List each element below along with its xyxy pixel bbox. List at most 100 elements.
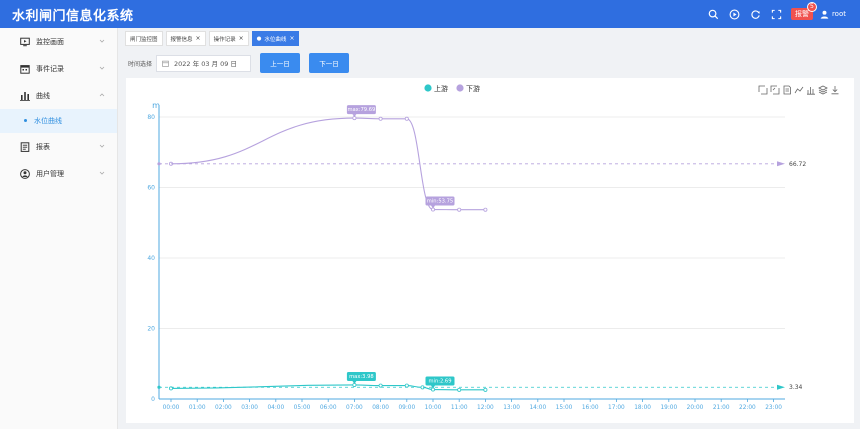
sidebar-item-label: 用户管理 <box>36 169 64 178</box>
x-tick-label: 14:00 <box>529 405 546 411</box>
sidebar-item-users[interactable]: 用户管理 <box>0 160 117 187</box>
bar-type-icon[interactable] <box>807 87 815 95</box>
user-icon <box>820 10 829 19</box>
play-icon[interactable] <box>728 7 742 21</box>
alarm-button[interactable]: 报警 5 <box>790 2 817 20</box>
data-point[interactable] <box>457 387 462 392</box>
x-tick-label: 20:00 <box>687 405 704 411</box>
average-line-arrow <box>777 161 785 167</box>
zoom-icon[interactable] <box>758 85 768 95</box>
sidebar-item-reports[interactable]: 报表 <box>0 133 117 160</box>
calendar-icon <box>162 60 169 67</box>
close-icon[interactable]: × <box>239 35 244 42</box>
data-point[interactable] <box>404 116 409 121</box>
tab-operation-log[interactable]: 操作记录 × <box>208 31 249 46</box>
calendar-icon <box>20 64 30 74</box>
zoom-reset-icon[interactable] <box>770 85 780 95</box>
min-label-pointer <box>431 205 435 209</box>
data-point[interactable] <box>457 207 462 212</box>
monitor-icon <box>20 37 30 47</box>
stack-icon[interactable] <box>818 85 828 95</box>
sidebar-item-events[interactable]: 事件记录 <box>0 55 117 82</box>
x-tick-label: 10:00 <box>425 405 442 411</box>
x-tick-label: 04:00 <box>267 405 284 411</box>
x-tick-label: 05:00 <box>294 405 311 411</box>
data-point[interactable] <box>404 383 409 388</box>
date-value: 2022 年 03 月 09 日 <box>174 60 237 68</box>
x-tick-label: 22:00 <box>739 405 756 411</box>
chevron-down-icon <box>99 144 105 148</box>
tab-label: 报警信息 <box>170 36 193 43</box>
refresh-icon[interactable] <box>749 7 763 21</box>
water-level-chart: 0 20 40 60 80 m 00:00 01:00 02:00 03:00 04:00 05:00… <box>147 84 839 411</box>
x-tick-label: 19:00 <box>660 405 677 411</box>
chevron-down-icon <box>99 171 105 175</box>
user-name: root <box>831 10 846 18</box>
average-line-arrow <box>777 384 785 390</box>
x-tick-label: 00:00 <box>163 405 180 411</box>
x-tick-label: 15:00 <box>556 405 573 411</box>
date-filter: 时间选择 2022 年 03 月 09 日 上一日 下一日 <box>128 53 350 73</box>
tab-water-level[interactable]: ● 水位曲线 × <box>251 31 300 46</box>
alarm-count-badge: 5 <box>806 2 817 12</box>
data-view-icon[interactable] <box>783 85 791 95</box>
average-line-start <box>157 162 161 166</box>
report-icon <box>20 141 30 152</box>
x-tick-label: 17:00 <box>608 405 625 411</box>
sidebar-item-curves[interactable]: 曲线 <box>0 82 117 109</box>
legend-marker[interactable] <box>424 84 432 92</box>
alarm-label: 报警 <box>794 10 809 18</box>
chevron-down-icon <box>99 39 105 43</box>
line-type-icon[interactable] <box>794 86 804 94</box>
user-menu[interactable]: root <box>820 10 846 19</box>
max-label: max:79.69 <box>347 107 375 113</box>
y-tick-label: 80 <box>147 114 155 121</box>
data-point[interactable] <box>483 207 488 212</box>
app-title: 水利闸门信息化系统 <box>12 8 134 24</box>
max-label: max:3.98 <box>349 374 374 380</box>
x-tick-label: 08:00 <box>372 405 389 411</box>
legend-label: 下游 <box>466 84 480 93</box>
y-tick-label: 60 <box>147 185 155 192</box>
active-dot-icon: ● <box>256 35 262 42</box>
x-tick-label: 16:00 <box>582 405 599 411</box>
close-icon[interactable]: × <box>289 35 294 42</box>
tab-bar: 闸门监控图 报警信息 × 操作记录 × ● 水位曲线 × <box>125 31 300 46</box>
sidebar-item-monitor[interactable]: 监控画面 <box>0 28 117 55</box>
x-tick-label: 18:00 <box>634 405 651 411</box>
min-label: min:53.75 <box>427 198 453 204</box>
next-day-button[interactable]: 下一日 <box>309 53 350 73</box>
sidebar-item-label: 曲线 <box>36 91 50 100</box>
data-point[interactable] <box>483 387 488 392</box>
search-icon[interactable] <box>707 7 721 21</box>
fullscreen-icon[interactable] <box>770 7 784 21</box>
sidebar-item-label: 事件记录 <box>36 64 64 73</box>
close-icon[interactable]: × <box>196 35 201 42</box>
prev-day-button[interactable]: 上一日 <box>260 53 301 73</box>
chevron-up-icon <box>99 93 105 97</box>
active-dot <box>24 119 27 122</box>
legend-marker[interactable] <box>456 84 464 92</box>
x-tick-label: 01:00 <box>189 405 206 411</box>
average-line-start <box>157 385 161 389</box>
tab-gate-monitor[interactable]: 闸门监控图 <box>125 31 163 46</box>
sidebar-subitem-label: 水位曲线 <box>34 117 62 125</box>
data-point[interactable] <box>378 383 383 388</box>
sidebar-item-label: 报表 <box>36 142 50 151</box>
x-tick-label: 07:00 <box>346 405 363 411</box>
y-tick-label: 20 <box>147 326 155 333</box>
bar-chart-icon <box>20 91 30 101</box>
y-tick-label: 40 <box>147 255 155 262</box>
header-actions: 报警 5 root <box>707 0 846 28</box>
date-picker[interactable]: 2022 年 03 月 09 日 <box>156 54 252 72</box>
data-point[interactable] <box>378 116 383 121</box>
x-tick-label: 23:00 <box>765 405 782 411</box>
download-icon[interactable] <box>831 86 839 95</box>
x-tick-label: 13:00 <box>503 405 520 411</box>
sidebar-subitem-water-level[interactable]: 水位曲线 <box>0 109 117 133</box>
tab-label: 闸门监控图 <box>130 36 158 43</box>
x-tick-label: 03:00 <box>241 405 258 411</box>
tab-label: 水位曲线 <box>264 36 287 43</box>
tab-label: 操作记录 <box>213 36 236 43</box>
tab-alarm-info[interactable]: 报警信息 × <box>165 31 206 46</box>
